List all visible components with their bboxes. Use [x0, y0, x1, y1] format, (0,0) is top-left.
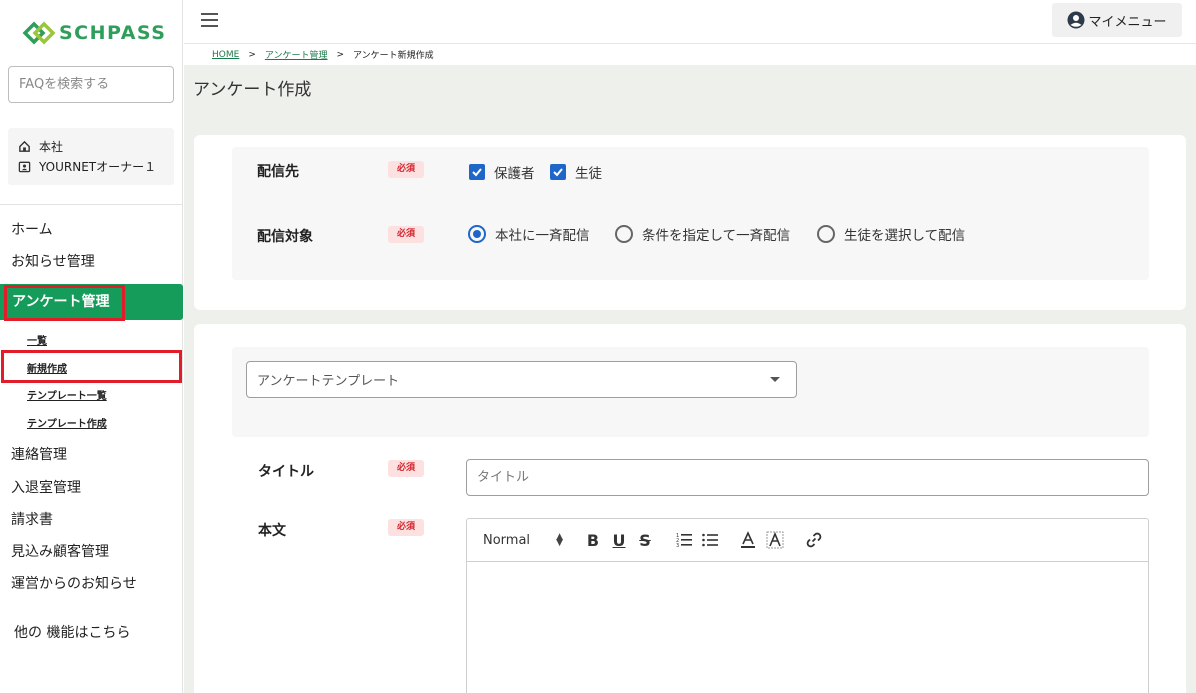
sidebar-divider [0, 204, 183, 205]
target-radio-condition[interactable]: 条件を指定して一斉配信 [615, 224, 790, 244]
survey-content-card: アンケートテンプレート タイトル 必須 本文 必須 Normal ▲▼ B U … [194, 324, 1186, 693]
dropdown-caret-icon [770, 377, 780, 382]
up-down-arrows-icon: ▲ ▼ [556, 532, 563, 548]
editor-content-area[interactable] [467, 562, 1148, 693]
target-condition-label: 条件を指定して一斉配信 [642, 228, 791, 244]
format-select[interactable]: Normal ▲ ▼ [483, 530, 563, 550]
template-select[interactable]: アンケートテンプレート [246, 361, 797, 398]
main-content: HOME > アンケート管理 > アンケート新規作成 アンケート作成 配信先 必… [184, 44, 1196, 693]
required-badge: 必須 [388, 519, 424, 536]
bold-icon[interactable]: B [585, 530, 601, 550]
underline-icon[interactable]: U [611, 530, 627, 550]
background-color-icon[interactable] [765, 530, 785, 550]
topbar: マイメニュー [184, 0, 1196, 44]
editor-toolbar: Normal ▲ ▼ B U S 123 [467, 519, 1148, 562]
sidebar-item-prospect[interactable]: 見込み顧客管理 [0, 541, 183, 561]
org-info: 本社 YOURNETオーナー１ [8, 128, 174, 185]
id-badge-icon [18, 161, 31, 172]
logo-icon [22, 21, 56, 45]
sidebar-subitem-template-create[interactable]: テンプレート作成 [27, 415, 107, 430]
delivery-settings-card: 配信先 必須 保護者 生徒 配信対象 必須 本社に一斉配信 条件を指定して一斉配… [194, 135, 1186, 310]
sidebar-item-contact[interactable]: 連絡管理 [0, 444, 183, 464]
title-input[interactable] [466, 459, 1149, 496]
svg-text:3: 3 [676, 543, 679, 549]
account-circle-icon [1067, 11, 1085, 29]
bullet-list-icon[interactable] [700, 530, 720, 550]
breadcrumb-current: アンケート新規作成 [353, 51, 434, 61]
radio-unselected-icon [615, 225, 633, 243]
sidebar-item-invoice[interactable]: 請求書 [0, 509, 183, 529]
target-radio-all[interactable]: 本社に一斉配信 [468, 224, 590, 244]
org-user: YOURNETオーナー１ [18, 156, 164, 176]
destination-guardian-checkbox[interactable]: 保護者 [469, 162, 535, 182]
logo-text: SCHPASS [59, 22, 167, 44]
sidebar-item-home[interactable]: ホーム [0, 219, 183, 239]
page-title: アンケート作成 [193, 80, 312, 100]
sidebar: SCHPASS 本社 YOURNETオーナー１ ホーム お知らせ管理 アンケート… [0, 0, 183, 693]
breadcrumb-survey[interactable]: アンケート管理 [265, 48, 328, 61]
mymenu-button[interactable]: マイメニュー [1052, 3, 1182, 37]
hamburger-menu-icon[interactable] [201, 13, 218, 27]
logo[interactable]: SCHPASS [22, 20, 166, 46]
destination-student-label: 生徒 [575, 166, 602, 182]
body-editor: Normal ▲ ▼ B U S 123 [466, 518, 1149, 693]
ordered-list-icon[interactable]: 123 [674, 530, 694, 550]
sidebar-subitem-new[interactable]: 新規作成 [27, 360, 67, 375]
breadcrumb-home[interactable]: HOME [212, 50, 239, 60]
template-panel: アンケートテンプレート [232, 347, 1149, 437]
radio-selected-icon [468, 225, 486, 243]
faq-search-input[interactable] [8, 66, 174, 103]
destination-student-checkbox[interactable]: 生徒 [550, 162, 602, 182]
sidebar-item-attendance[interactable]: 入退室管理 [0, 477, 183, 497]
destination-guardian-label: 保護者 [494, 166, 535, 182]
breadcrumb: HOME > アンケート管理 > アンケート新規作成 [184, 44, 1196, 65]
format-select-value: Normal [483, 532, 531, 548]
checkbox-checked-icon [469, 164, 485, 180]
sidebar-subitem-template-list[interactable]: テンプレート一覧 [27, 387, 107, 402]
link-icon[interactable] [804, 530, 824, 550]
org-branch-label: 本社 [39, 139, 64, 154]
org-user-label: YOURNETオーナー１ [39, 159, 157, 174]
destination-label: 配信先 [257, 164, 299, 180]
delivery-settings-panel: 配信先 必須 保護者 生徒 配信対象 必須 本社に一斉配信 条件を指定して一斉配… [232, 147, 1149, 280]
home-icon [19, 140, 30, 152]
org-branch: 本社 [18, 136, 164, 156]
body-label: 本文 [258, 523, 286, 539]
target-all-label: 本社に一斉配信 [495, 228, 590, 244]
target-select-students-label: 生徒を選択して配信 [844, 228, 966, 244]
strikethrough-icon[interactable]: S [637, 530, 653, 550]
title-label: タイトル [258, 464, 314, 480]
sidebar-item-notice[interactable]: お知らせ管理 [0, 251, 183, 271]
required-badge: 必須 [388, 161, 424, 178]
required-badge: 必須 [388, 460, 424, 477]
sidebar-subitem-list[interactable]: 一覧 [27, 332, 47, 347]
required-badge: 必須 [388, 226, 424, 243]
sidebar-item-other[interactable]: 他の 機能はこちら [0, 622, 183, 642]
radio-unselected-icon [817, 225, 835, 243]
sidebar-item-operator-notice[interactable]: 運営からのお知らせ [0, 573, 183, 593]
template-select-placeholder: アンケートテンプレート [257, 374, 400, 389]
mymenu-label: マイメニュー [1088, 14, 1167, 30]
target-label: 配信対象 [257, 229, 313, 245]
text-color-icon[interactable] [738, 530, 758, 550]
target-radio-select-students[interactable]: 生徒を選択して配信 [817, 224, 965, 244]
sidebar-item-survey[interactable]: アンケート管理 [0, 284, 183, 320]
checkbox-checked-icon [550, 164, 566, 180]
